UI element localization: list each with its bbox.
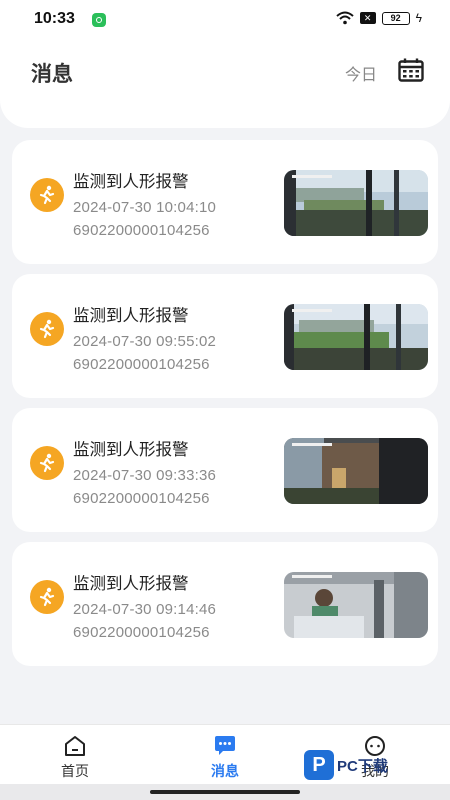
- message-device-id: 6902200000104256: [73, 222, 210, 239]
- today-button[interactable]: 今日: [345, 61, 377, 85]
- home-indicator[interactable]: [150, 790, 300, 794]
- message-card[interactable]: 监测到人形报警 2024-07-30 10:04:10 690220000010…: [12, 140, 438, 264]
- message-list: 监测到人形报警 2024-07-30 10:04:10 690220000010…: [12, 140, 438, 676]
- home-icon: [65, 736, 85, 756]
- status-time: 10:33: [34, 10, 75, 27]
- page-header: 消息 今日: [0, 40, 450, 128]
- sim-off-icon: ✕: [359, 12, 376, 24]
- message-title: 监测到人形报警: [73, 441, 189, 459]
- alarm-snapshot-thumbnail[interactable]: [284, 438, 428, 504]
- message-device-id: 6902200000104256: [73, 490, 210, 507]
- watermark-text: PC下载: [337, 757, 388, 775]
- tab-messages[interactable]: 消息: [185, 735, 265, 781]
- message-time: 2024-07-30 09:14:46: [73, 601, 217, 618]
- person-running-icon: [30, 178, 64, 212]
- message-title: 监测到人形报警: [73, 173, 189, 191]
- message-device-id: 6902200000104256: [73, 356, 210, 373]
- person-running-icon: [30, 446, 64, 480]
- message-device-id: 6902200000104256: [73, 624, 210, 641]
- message-card[interactable]: 监测到人形报警 2024-07-30 09:33:36 690220000010…: [12, 408, 438, 532]
- message-time: 2024-07-30 09:55:02: [73, 333, 217, 350]
- tab-messages-label: 消息: [211, 763, 239, 779]
- tab-home[interactable]: 首页: [35, 735, 115, 781]
- tab-home-label: 首页: [61, 763, 89, 779]
- status-indicators: ✕ 92 ϟ: [335, 11, 422, 25]
- app-notification-icon: [92, 13, 106, 27]
- calendar-icon[interactable]: [398, 58, 424, 82]
- person-running-icon: [30, 580, 64, 614]
- message-card[interactable]: 监测到人形报警 2024-07-30 09:14:46 690220000010…: [12, 542, 438, 666]
- charging-icon: ϟ: [415, 11, 422, 25]
- status-bar: 10:33 ✕ 92 ϟ: [0, 0, 450, 40]
- chat-bubble-icon: [215, 736, 235, 755]
- page-title: 消息: [31, 63, 73, 86]
- message-time: 2024-07-30 10:04:10: [73, 199, 217, 216]
- message-title: 监测到人形报警: [73, 575, 189, 593]
- alarm-snapshot-thumbnail[interactable]: [284, 304, 428, 370]
- person-running-icon: [30, 312, 64, 346]
- message-card[interactable]: 监测到人形报警 2024-07-30 09:55:02 690220000010…: [12, 274, 438, 398]
- alarm-snapshot-thumbnail[interactable]: [284, 572, 428, 638]
- battery-indicator: 92: [381, 11, 410, 25]
- wifi-icon: [335, 11, 354, 25]
- alarm-snapshot-thumbnail[interactable]: [284, 170, 428, 236]
- watermark: P PC下载: [304, 750, 388, 780]
- message-time: 2024-07-30 09:33:36: [73, 467, 217, 484]
- message-title: 监测到人形报警: [73, 307, 189, 325]
- watermark-logo-icon: P: [304, 750, 334, 780]
